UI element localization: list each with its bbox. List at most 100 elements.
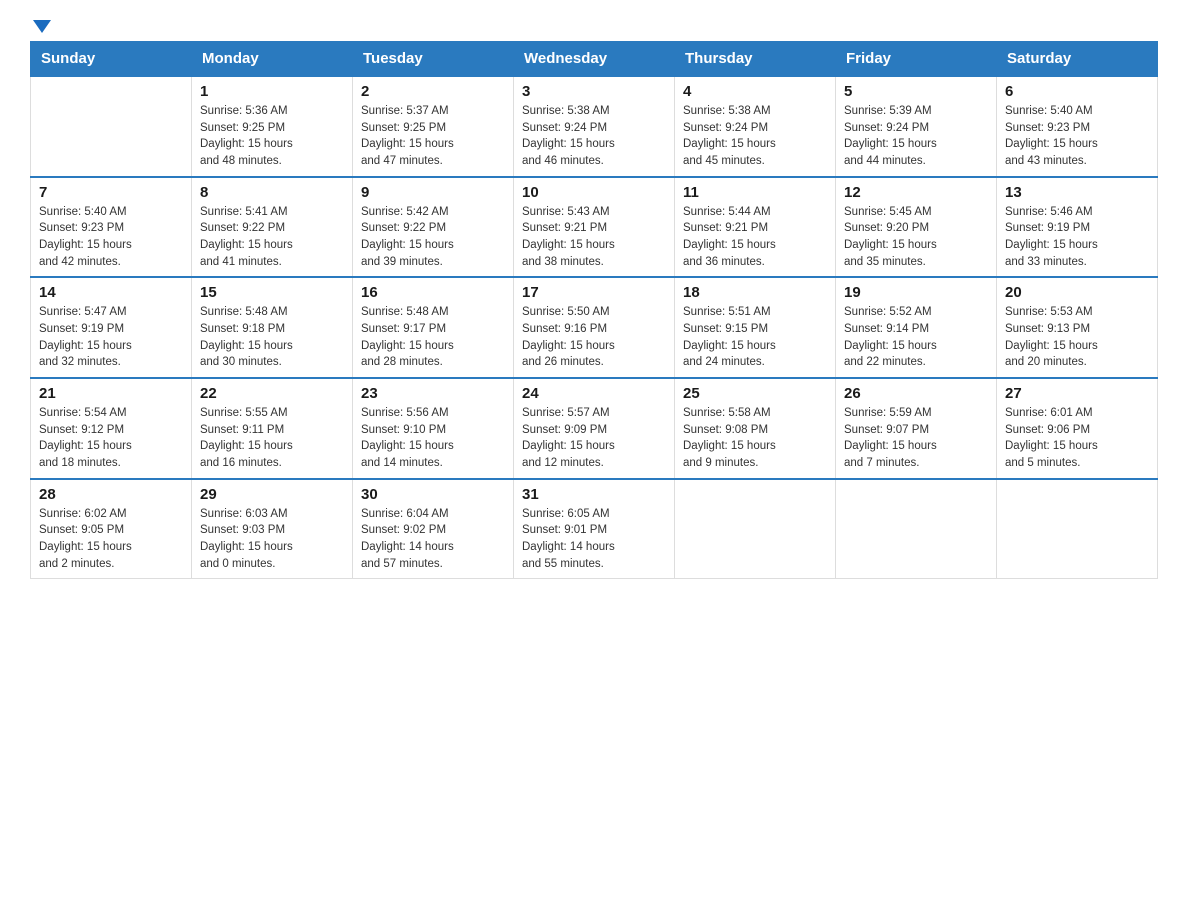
day-info-text: Sunrise: 5:40 AMSunset: 9:23 PMDaylight:… bbox=[39, 204, 183, 271]
calendar-day-1: 1 Sunrise: 5:36 AMSunset: 9:25 PMDaylight… bbox=[192, 76, 353, 177]
day-number: 28 bbox=[39, 486, 183, 503]
calendar-week-row: 1 Sunrise: 5:36 AMSunset: 9:25 PMDaylight… bbox=[31, 76, 1158, 177]
day-number: 4 bbox=[683, 83, 827, 100]
calendar-day-7: 7 Sunrise: 5:40 AMSunset: 9:23 PMDaylight… bbox=[31, 177, 192, 278]
day-number: 27 bbox=[1005, 385, 1149, 402]
day-info-text: Sunrise: 5:46 AMSunset: 9:19 PMDaylight:… bbox=[1005, 204, 1149, 271]
weekday-header-sunday: Sunday bbox=[31, 42, 192, 77]
day-number: 25 bbox=[683, 385, 827, 402]
day-number: 26 bbox=[844, 385, 988, 402]
day-info-text: Sunrise: 5:42 AMSunset: 9:22 PMDaylight:… bbox=[361, 204, 505, 271]
day-info-text: Sunrise: 5:57 AMSunset: 9:09 PMDaylight:… bbox=[522, 405, 666, 472]
day-info-text: Sunrise: 6:04 AMSunset: 9:02 PMDaylight:… bbox=[361, 506, 505, 573]
calendar-day-14: 14 Sunrise: 5:47 AMSunset: 9:19 PMDayligh… bbox=[31, 277, 192, 378]
day-number: 2 bbox=[361, 83, 505, 100]
page-header bbox=[30, 20, 1158, 31]
day-info-text: Sunrise: 5:44 AMSunset: 9:21 PMDaylight:… bbox=[683, 204, 827, 271]
day-info-text: Sunrise: 5:47 AMSunset: 9:19 PMDaylight:… bbox=[39, 304, 183, 371]
day-number: 18 bbox=[683, 284, 827, 301]
day-number: 19 bbox=[844, 284, 988, 301]
calendar-day-6: 6 Sunrise: 5:40 AMSunset: 9:23 PMDaylight… bbox=[997, 76, 1158, 177]
calendar-day-22: 22Sunrise: 5:55 AMSunset: 9:11 PMDayligh… bbox=[192, 378, 353, 479]
day-number: 1 bbox=[200, 83, 344, 100]
day-info-text: Sunrise: 6:03 AMSunset: 9:03 PMDaylight:… bbox=[200, 506, 344, 573]
calendar-day-3: 3Sunrise: 5:38 AMSunset: 9:24 PMDaylight… bbox=[514, 76, 675, 177]
day-number: 30 bbox=[361, 486, 505, 503]
calendar-week-row: 21Sunrise: 5:54 AMSunset: 9:12 PMDayligh… bbox=[31, 378, 1158, 479]
calendar-day-10: 10 Sunrise: 5:43 AMSunset: 9:21 PMDayligh… bbox=[514, 177, 675, 278]
day-number: 9 bbox=[361, 184, 505, 201]
day-info-text: Sunrise: 5:51 AMSunset: 9:15 PMDaylight:… bbox=[683, 304, 827, 371]
logo-triangle-icon bbox=[33, 20, 51, 33]
calendar-day-27: 27 Sunrise: 6:01 AMSunset: 9:06 PMDayligh… bbox=[997, 378, 1158, 479]
weekday-header-monday: Monday bbox=[192, 42, 353, 77]
day-info-text: Sunrise: 5:48 AMSunset: 9:18 PMDaylight:… bbox=[200, 304, 344, 371]
day-number: 23 bbox=[361, 385, 505, 402]
weekday-header-saturday: Saturday bbox=[997, 42, 1158, 77]
calendar-day-8: 8 Sunrise: 5:41 AMSunset: 9:22 PMDaylight… bbox=[192, 177, 353, 278]
day-info-text: Sunrise: 5:37 AMSunset: 9:25 PMDaylight:… bbox=[361, 103, 505, 170]
logo bbox=[30, 20, 51, 31]
day-number: 16 bbox=[361, 284, 505, 301]
day-info-text: Sunrise: 5:56 AMSunset: 9:10 PMDaylight:… bbox=[361, 405, 505, 472]
day-info-text: Sunrise: 5:39 AMSunset: 9:24 PMDaylight:… bbox=[844, 103, 988, 170]
calendar-day-9: 9 Sunrise: 5:42 AMSunset: 9:22 PMDaylight… bbox=[353, 177, 514, 278]
day-number: 13 bbox=[1005, 184, 1149, 201]
calendar-day-20: 20Sunrise: 5:53 AMSunset: 9:13 PMDayligh… bbox=[997, 277, 1158, 378]
day-info-text: Sunrise: 6:01 AMSunset: 9:06 PMDaylight:… bbox=[1005, 405, 1149, 472]
day-number: 15 bbox=[200, 284, 344, 301]
day-number: 20 bbox=[1005, 284, 1149, 301]
day-number: 3 bbox=[522, 83, 666, 100]
calendar-day-2: 2 Sunrise: 5:37 AMSunset: 9:25 PMDaylight… bbox=[353, 76, 514, 177]
calendar-empty-cell bbox=[836, 479, 997, 579]
day-number: 29 bbox=[200, 486, 344, 503]
day-info-text: Sunrise: 5:43 AMSunset: 9:21 PMDaylight:… bbox=[522, 204, 666, 271]
day-info-text: Sunrise: 5:52 AMSunset: 9:14 PMDaylight:… bbox=[844, 304, 988, 371]
day-info-text: Sunrise: 5:55 AMSunset: 9:11 PMDaylight:… bbox=[200, 405, 344, 472]
calendar-day-21: 21Sunrise: 5:54 AMSunset: 9:12 PMDayligh… bbox=[31, 378, 192, 479]
calendar-day-18: 18 Sunrise: 5:51 AMSunset: 9:15 PMDayligh… bbox=[675, 277, 836, 378]
day-info-text: Sunrise: 5:36 AMSunset: 9:25 PMDaylight:… bbox=[200, 103, 344, 170]
calendar-day-19: 19 Sunrise: 5:52 AMSunset: 9:14 PMDayligh… bbox=[836, 277, 997, 378]
day-number: 8 bbox=[200, 184, 344, 201]
day-info-text: Sunrise: 6:02 AMSunset: 9:05 PMDaylight:… bbox=[39, 506, 183, 573]
day-info-text: Sunrise: 5:59 AMSunset: 9:07 PMDaylight:… bbox=[844, 405, 988, 472]
calendar-empty-cell bbox=[31, 76, 192, 177]
weekday-header-thursday: Thursday bbox=[675, 42, 836, 77]
calendar-day-24: 24 Sunrise: 5:57 AMSunset: 9:09 PMDayligh… bbox=[514, 378, 675, 479]
day-info-text: Sunrise: 5:50 AMSunset: 9:16 PMDaylight:… bbox=[522, 304, 666, 371]
calendar-day-15: 15 Sunrise: 5:48 AMSunset: 9:18 PMDayligh… bbox=[192, 277, 353, 378]
calendar-day-30: 30 Sunrise: 6:04 AMSunset: 9:02 PMDayligh… bbox=[353, 479, 514, 579]
calendar-day-28: 28 Sunrise: 6:02 AMSunset: 9:05 PMDayligh… bbox=[31, 479, 192, 579]
calendar-day-5: 5 Sunrise: 5:39 AMSunset: 9:24 PMDaylight… bbox=[836, 76, 997, 177]
day-info-text: Sunrise: 6:05 AMSunset: 9:01 PMDaylight:… bbox=[522, 506, 666, 573]
day-number: 31 bbox=[522, 486, 666, 503]
day-number: 5 bbox=[844, 83, 988, 100]
day-number: 7 bbox=[39, 184, 183, 201]
day-info-text: Sunrise: 5:45 AMSunset: 9:20 PMDaylight:… bbox=[844, 204, 988, 271]
calendar-day-17: 17Sunrise: 5:50 AMSunset: 9:16 PMDayligh… bbox=[514, 277, 675, 378]
day-info-text: Sunrise: 5:54 AMSunset: 9:12 PMDaylight:… bbox=[39, 405, 183, 472]
calendar-day-11: 11 Sunrise: 5:44 AMSunset: 9:21 PMDayligh… bbox=[675, 177, 836, 278]
calendar-table: SundayMondayTuesdayWednesdayThursdayFrid… bbox=[30, 41, 1158, 579]
calendar-day-16: 16 Sunrise: 5:48 AMSunset: 9:17 PMDayligh… bbox=[353, 277, 514, 378]
day-number: 11 bbox=[683, 184, 827, 201]
weekday-header-friday: Friday bbox=[836, 42, 997, 77]
day-number: 6 bbox=[1005, 83, 1149, 100]
day-number: 24 bbox=[522, 385, 666, 402]
weekday-header-tuesday: Tuesday bbox=[353, 42, 514, 77]
calendar-week-row: 14 Sunrise: 5:47 AMSunset: 9:19 PMDayligh… bbox=[31, 277, 1158, 378]
day-info-text: Sunrise: 5:41 AMSunset: 9:22 PMDaylight:… bbox=[200, 204, 344, 271]
day-info-text: Sunrise: 5:58 AMSunset: 9:08 PMDaylight:… bbox=[683, 405, 827, 472]
calendar-day-23: 23 Sunrise: 5:56 AMSunset: 9:10 PMDayligh… bbox=[353, 378, 514, 479]
calendar-day-12: 12Sunrise: 5:45 AMSunset: 9:20 PMDayligh… bbox=[836, 177, 997, 278]
calendar-day-29: 29 Sunrise: 6:03 AMSunset: 9:03 PMDayligh… bbox=[192, 479, 353, 579]
day-info-text: Sunrise: 5:38 AMSunset: 9:24 PMDaylight:… bbox=[683, 103, 827, 170]
day-number: 10 bbox=[522, 184, 666, 201]
day-number: 14 bbox=[39, 284, 183, 301]
day-info-text: Sunrise: 5:40 AMSunset: 9:23 PMDaylight:… bbox=[1005, 103, 1149, 170]
day-info-text: Sunrise: 5:48 AMSunset: 9:17 PMDaylight:… bbox=[361, 304, 505, 371]
calendar-day-4: 4 Sunrise: 5:38 AMSunset: 9:24 PMDaylight… bbox=[675, 76, 836, 177]
calendar-day-25: 25 Sunrise: 5:58 AMSunset: 9:08 PMDayligh… bbox=[675, 378, 836, 479]
calendar-day-13: 13 Sunrise: 5:46 AMSunset: 9:19 PMDayligh… bbox=[997, 177, 1158, 278]
